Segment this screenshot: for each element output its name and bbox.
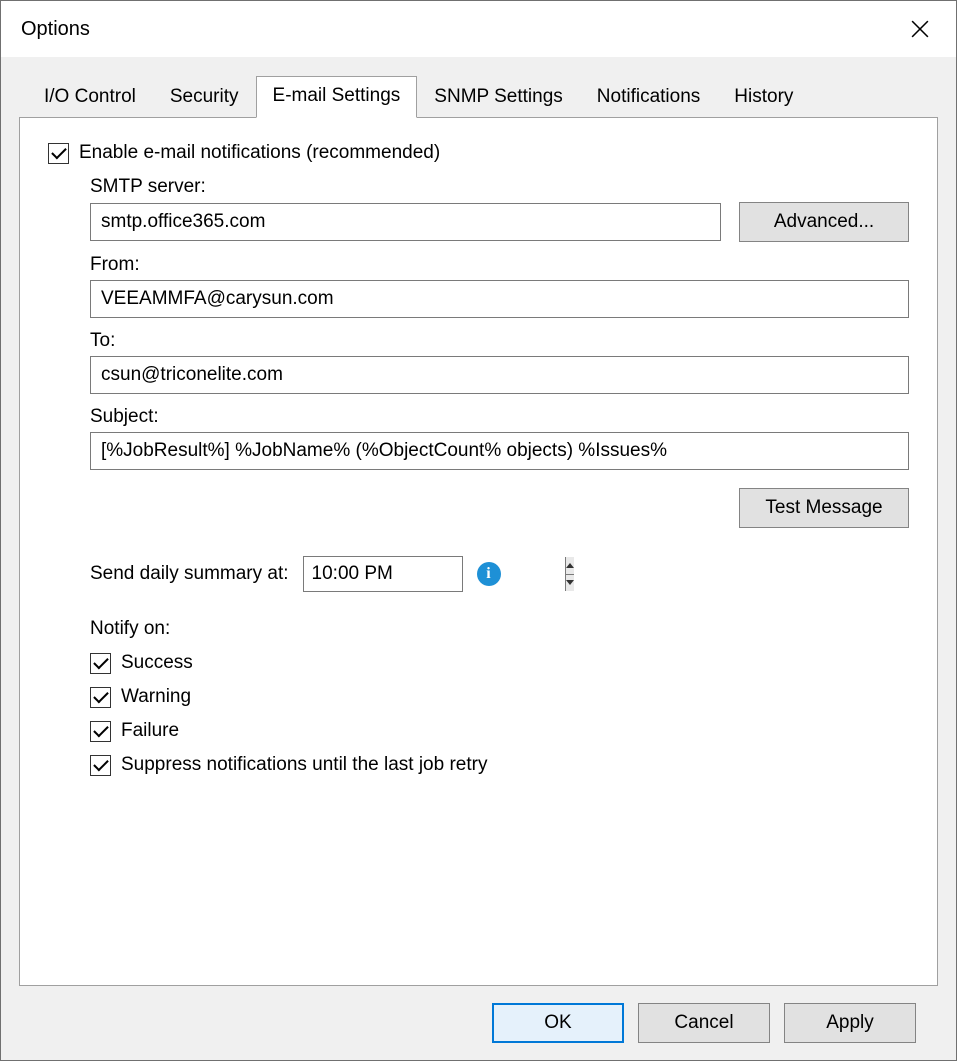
to-input[interactable] (90, 356, 909, 394)
tab-security[interactable]: Security (153, 77, 256, 118)
button-label: OK (544, 1012, 571, 1034)
tab-history[interactable]: History (717, 77, 810, 118)
test-message-button[interactable]: Test Message (739, 488, 909, 528)
chevron-down-icon (566, 580, 574, 585)
subject-input[interactable] (90, 432, 909, 470)
apply-button[interactable]: Apply (784, 1003, 916, 1043)
cancel-button[interactable]: Cancel (638, 1003, 770, 1043)
spinner-up-button[interactable] (566, 557, 574, 574)
summary-time-value[interactable] (304, 557, 565, 591)
notify-block: Notify on: Success Warning Failure (90, 618, 909, 776)
tab-label: Security (170, 86, 239, 107)
fields: SMTP server: Advanced... From: To: Subje… (90, 176, 909, 776)
notify-warning-checkbox[interactable] (90, 687, 111, 708)
tab-label: History (734, 86, 793, 107)
tab-label: Notifications (597, 86, 701, 107)
notify-failure-checkbox[interactable] (90, 721, 111, 742)
notify-success-label: Success (121, 652, 193, 674)
subject-label: Subject: (90, 406, 909, 428)
close-icon (911, 20, 929, 38)
tab-io-control[interactable]: I/O Control (27, 77, 153, 118)
to-label: To: (90, 330, 909, 352)
titlebar: Options (1, 1, 956, 57)
info-icon[interactable]: i (477, 562, 501, 586)
smtp-label: SMTP server: (90, 176, 909, 198)
enable-row: Enable e-mail notifications (recommended… (48, 142, 909, 164)
tab-label: SNMP Settings (434, 86, 562, 107)
advanced-button[interactable]: Advanced... (739, 202, 909, 242)
chevron-up-icon (566, 563, 574, 568)
dialog-footer: OK Cancel Apply (19, 986, 938, 1060)
window-title: Options (21, 18, 90, 41)
client-area: I/O Control Security E-mail Settings SNM… (1, 57, 956, 1060)
smtp-server-input[interactable] (90, 203, 721, 241)
enable-notifications-label: Enable e-mail notifications (recommended… (79, 142, 440, 164)
from-label: From: (90, 254, 909, 276)
notify-suppress-checkbox[interactable] (90, 755, 111, 776)
from-input[interactable] (90, 280, 909, 318)
enable-notifications-checkbox[interactable] (48, 143, 69, 164)
button-label: Cancel (674, 1012, 733, 1034)
button-label: Apply (826, 1012, 874, 1034)
button-label: Advanced... (774, 211, 874, 233)
tab-label: E-mail Settings (273, 85, 401, 106)
notify-on-label: Notify on: (90, 618, 909, 640)
summary-label: Send daily summary at: (90, 563, 289, 585)
email-settings-panel: Enable e-mail notifications (recommended… (19, 117, 938, 986)
notify-warning-label: Warning (121, 686, 191, 708)
summary-time-spinner[interactable] (303, 556, 463, 592)
close-button[interactable] (898, 7, 942, 51)
tab-email-settings[interactable]: E-mail Settings (256, 76, 418, 118)
tab-strip: I/O Control Security E-mail Settings SNM… (19, 75, 938, 117)
spinner-down-button[interactable] (566, 574, 574, 592)
options-dialog: Options I/O Control Security E-mail Sett… (0, 0, 957, 1061)
button-label: Test Message (765, 497, 882, 519)
notify-suppress-label: Suppress notifications until the last jo… (121, 754, 487, 776)
ok-button[interactable]: OK (492, 1003, 624, 1043)
notify-failure-label: Failure (121, 720, 179, 742)
notify-success-checkbox[interactable] (90, 653, 111, 674)
tab-label: I/O Control (44, 86, 136, 107)
tab-notifications[interactable]: Notifications (580, 77, 718, 118)
tab-snmp-settings[interactable]: SNMP Settings (417, 77, 579, 118)
